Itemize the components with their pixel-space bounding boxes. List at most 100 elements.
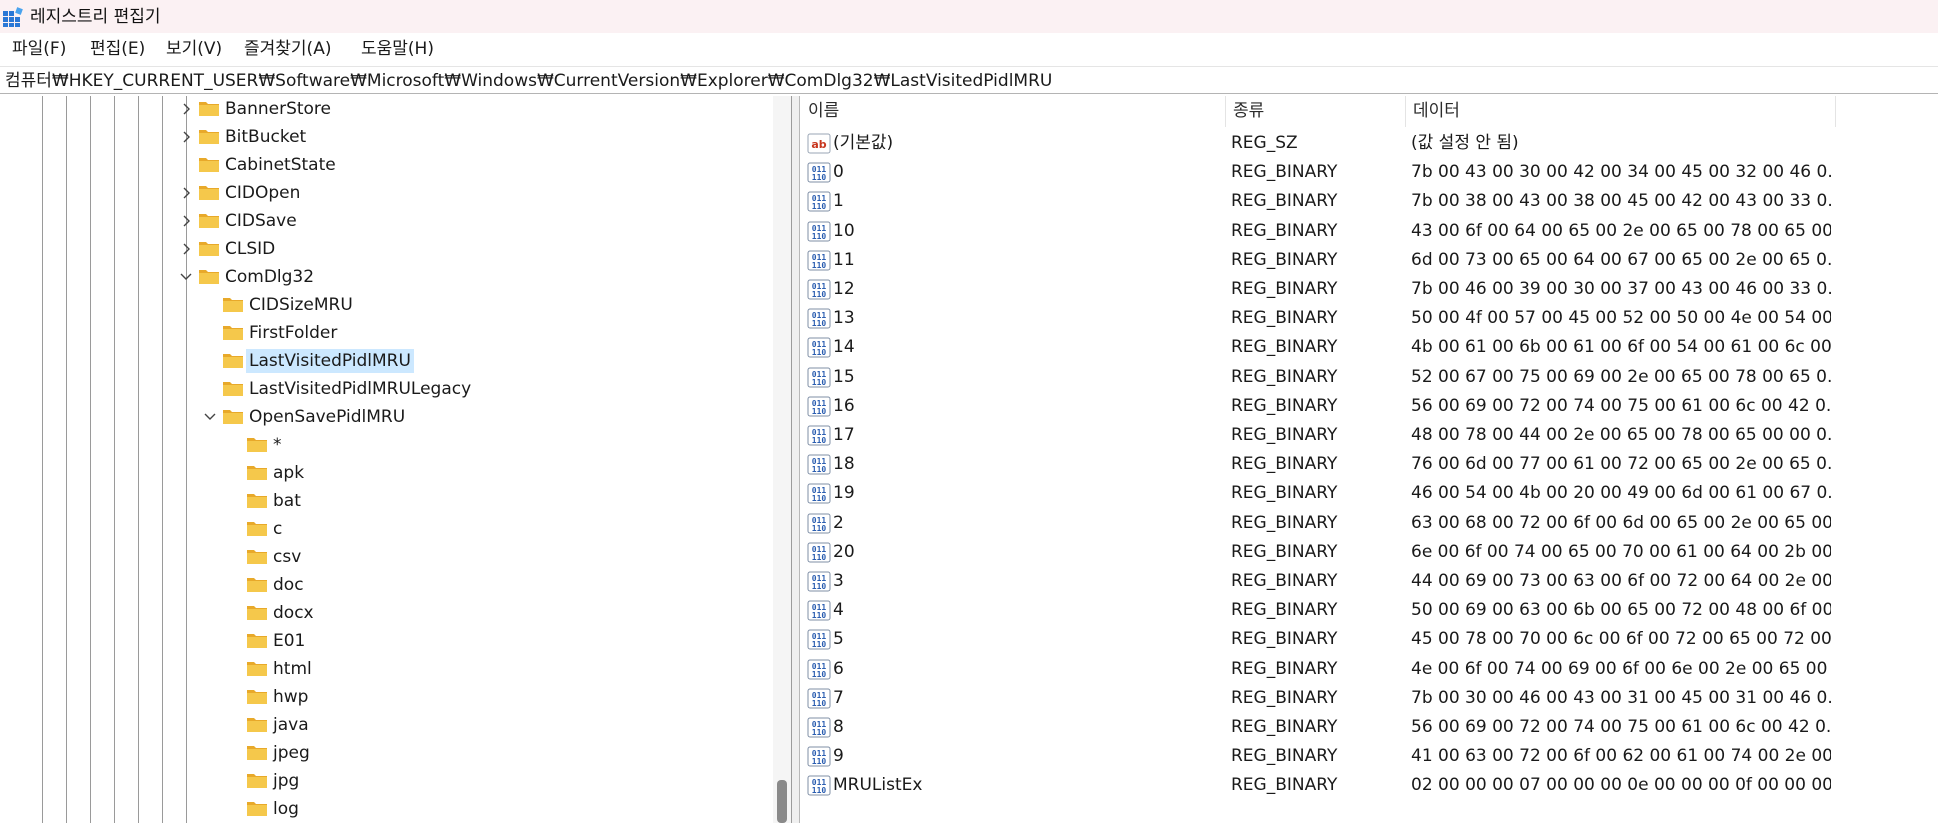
svg-text:110: 110 xyxy=(812,378,827,387)
tree-item[interactable]: CIDSave xyxy=(0,208,770,234)
tree-item-label: doc xyxy=(273,575,304,595)
menu-favorites[interactable]: 즐겨찾기(A) xyxy=(242,37,333,61)
value-row[interactable]: 011 110 17 REG_BINARY 48 00 78 00 44 00 2e 0… xyxy=(801,421,1938,450)
chevron-down-icon[interactable] xyxy=(202,404,218,430)
value-row[interactable]: 011 110 18 REG_BINARY 76 00 6d 00 77 00 61 0… xyxy=(801,450,1938,479)
chevron-right-icon[interactable] xyxy=(178,236,194,262)
tree-item[interactable]: c xyxy=(0,516,770,542)
binary-value-icon: 011110 xyxy=(807,717,831,738)
value-name: MRUListEx xyxy=(833,775,923,795)
value-row[interactable]: 011 110 13 REG_BINARY 50 00 4f 00 57 00 45 0… xyxy=(801,304,1938,333)
menu-help[interactable]: 도움말(H) xyxy=(359,37,436,61)
value-row[interactable]: 011 110 MRUListEx REG_BINARY 02 00 00 00 07 … xyxy=(801,771,1938,800)
folder-icon xyxy=(247,690,267,704)
value-row[interactable]: 011 110 4 REG_BINARY 50 00 69 00 63 00 6b 00… xyxy=(801,596,1938,625)
tree-item-label: OpenSavePidlMRU xyxy=(249,407,406,427)
tree-item-label: bat xyxy=(273,491,301,511)
folder-icon xyxy=(199,130,219,144)
folder-icon xyxy=(199,242,219,256)
tree-item[interactable]: html xyxy=(0,656,770,682)
tree-item[interactable]: CLSID xyxy=(0,236,770,262)
value-row[interactable]: 011 110 12 REG_BINARY 7b 00 46 00 39 00 30 0… xyxy=(801,275,1938,304)
column-type-header[interactable]: 종류 xyxy=(1226,96,1406,127)
chevron-right-icon[interactable] xyxy=(178,208,194,234)
value-data: 44 00 69 00 73 00 63 00 6f 00 72 00 64 0… xyxy=(1411,571,1831,591)
svg-text:110: 110 xyxy=(812,757,827,766)
menu-view[interactable]: 보기(V) xyxy=(164,37,224,61)
tree-item[interactable]: jpeg xyxy=(0,740,770,766)
values-list-pane[interactable]: 이름 종류 데이터 ab (기본값) REG_SZ (값 설정 안 됨) 011 110 0… xyxy=(801,96,1938,823)
tree-item[interactable]: FirstFolder xyxy=(0,320,770,346)
pane-splitter[interactable] xyxy=(792,96,800,823)
tree-item[interactable]: CIDSizeMRU xyxy=(0,292,770,318)
key-tree-pane[interactable]: BannerStore BitBucket CabinetState CIDOpen C… xyxy=(0,96,792,823)
folder-icon xyxy=(247,662,267,676)
chevron-right-icon[interactable] xyxy=(178,180,194,206)
tree-item[interactable]: LastVisitedPidlMRULegacy xyxy=(0,376,770,402)
tree-item[interactable]: hwp xyxy=(0,684,770,710)
value-type: REG_BINARY xyxy=(1231,191,1338,211)
tree-item[interactable]: jpg xyxy=(0,768,770,794)
tree-scrollbar[interactable] xyxy=(773,96,791,823)
value-row[interactable]: 011 110 19 REG_BINARY 46 00 54 00 4b 00 20 0… xyxy=(801,479,1938,508)
svg-text:110: 110 xyxy=(812,319,827,328)
value-name: 15 xyxy=(833,367,855,387)
value-row[interactable]: 011 110 20 REG_BINARY 6e 00 6f 00 74 00 65 0… xyxy=(801,538,1938,567)
tree-item[interactable]: log xyxy=(0,796,770,822)
value-type: REG_BINARY xyxy=(1231,250,1338,270)
value-data: 63 00 68 00 72 00 6f 00 6d 00 65 00 2e 0… xyxy=(1411,513,1831,533)
value-row[interactable]: 011 110 2 REG_BINARY 63 00 68 00 72 00 6f 00… xyxy=(801,509,1938,538)
folder-icon xyxy=(247,718,267,732)
column-name-header[interactable]: 이름 xyxy=(801,96,1226,127)
tree-item[interactable]: LastVisitedPidlMRU xyxy=(0,348,770,374)
tree-item[interactable]: csv xyxy=(0,544,770,570)
value-data: 56 00 69 00 72 00 74 00 75 00 61 00 6c 0… xyxy=(1411,717,1831,737)
value-row[interactable]: 011 110 16 REG_BINARY 56 00 69 00 72 00 74 0… xyxy=(801,392,1938,421)
value-row[interactable]: 011 110 6 REG_BINARY 4e 00 6f 00 74 00 69 00… xyxy=(801,655,1938,684)
value-row[interactable]: 011 110 8 REG_BINARY 56 00 69 00 72 00 74 00… xyxy=(801,713,1938,742)
value-type: REG_BINARY xyxy=(1231,454,1338,474)
tree-item[interactable]: doc xyxy=(0,572,770,598)
binary-value-icon: 011110 xyxy=(807,629,831,650)
value-type: REG_BINARY xyxy=(1231,659,1338,679)
tree-item[interactable]: CIDOpen xyxy=(0,180,770,206)
tree-item[interactable]: ComDlg32 xyxy=(0,264,770,290)
menu-edit[interactable]: 편집(E) xyxy=(88,37,147,61)
tree-item[interactable]: java xyxy=(0,712,770,738)
value-name: 16 xyxy=(833,396,855,416)
value-row[interactable]: 011 110 1 REG_BINARY 7b 00 38 00 43 00 38 00… xyxy=(801,187,1938,216)
tree-item[interactable]: OpenSavePidlMRU xyxy=(0,404,770,430)
value-row[interactable]: ab (기본값) REG_SZ (값 설정 안 됨) xyxy=(801,129,1938,158)
chevron-right-icon[interactable] xyxy=(178,96,194,122)
value-name: 19 xyxy=(833,483,855,503)
tree-item[interactable]: CabinetState xyxy=(0,152,770,178)
value-row[interactable]: 011 110 14 REG_BINARY 4b 00 61 00 6b 00 61 0… xyxy=(801,333,1938,362)
value-row[interactable]: 011 110 10 REG_BINARY 43 00 6f 00 64 00 65 0… xyxy=(801,217,1938,246)
tree-item[interactable]: BitBucket xyxy=(0,124,770,150)
value-row[interactable]: 011 110 11 REG_BINARY 6d 00 73 00 65 00 64 0… xyxy=(801,246,1938,275)
binary-value-icon: 011110 xyxy=(807,367,831,388)
value-row[interactable]: 011 110 3 REG_BINARY 44 00 69 00 73 00 63 00… xyxy=(801,567,1938,596)
value-type: REG_BINARY xyxy=(1231,367,1338,387)
value-row[interactable]: 011 110 9 REG_BINARY 41 00 63 00 72 00 6f 00… xyxy=(801,742,1938,771)
chevron-down-icon[interactable] xyxy=(178,264,194,290)
tree-item[interactable]: bat xyxy=(0,488,770,514)
column-data-header[interactable]: 데이터 xyxy=(1406,96,1836,127)
tree-item[interactable]: docx xyxy=(0,600,770,626)
value-row[interactable]: 011 110 7 REG_BINARY 7b 00 30 00 46 00 43 00… xyxy=(801,684,1938,713)
menu-file[interactable]: 파일(F) xyxy=(10,37,68,61)
tree-item[interactable]: BannerStore xyxy=(0,96,770,122)
value-row[interactable]: 011 110 15 REG_BINARY 52 00 67 00 75 00 69 0… xyxy=(801,363,1938,392)
value-row[interactable]: 011 110 0 REG_BINARY 7b 00 43 00 30 00 42 00… xyxy=(801,158,1938,187)
chevron-right-icon[interactable] xyxy=(178,124,194,150)
value-type: REG_BINARY xyxy=(1231,600,1338,620)
tree-item[interactable]: * xyxy=(0,432,770,458)
tree-item[interactable]: E01 xyxy=(0,628,770,654)
folder-icon xyxy=(223,410,243,424)
address-path[interactable]: 컴퓨터₩HKEY_CURRENT_USER₩Software₩Microsoft… xyxy=(5,70,1052,92)
tree-item-label: CIDSizeMRU xyxy=(249,295,353,315)
value-row[interactable]: 011 110 5 REG_BINARY 45 00 78 00 70 00 6c 00… xyxy=(801,625,1938,654)
tree-item[interactable]: apk xyxy=(0,460,770,486)
tree-scrollbar-thumb[interactable] xyxy=(777,780,787,823)
address-bar[interactable]: 컴퓨터₩HKEY_CURRENT_USER₩Software₩Microsoft… xyxy=(0,66,1938,94)
